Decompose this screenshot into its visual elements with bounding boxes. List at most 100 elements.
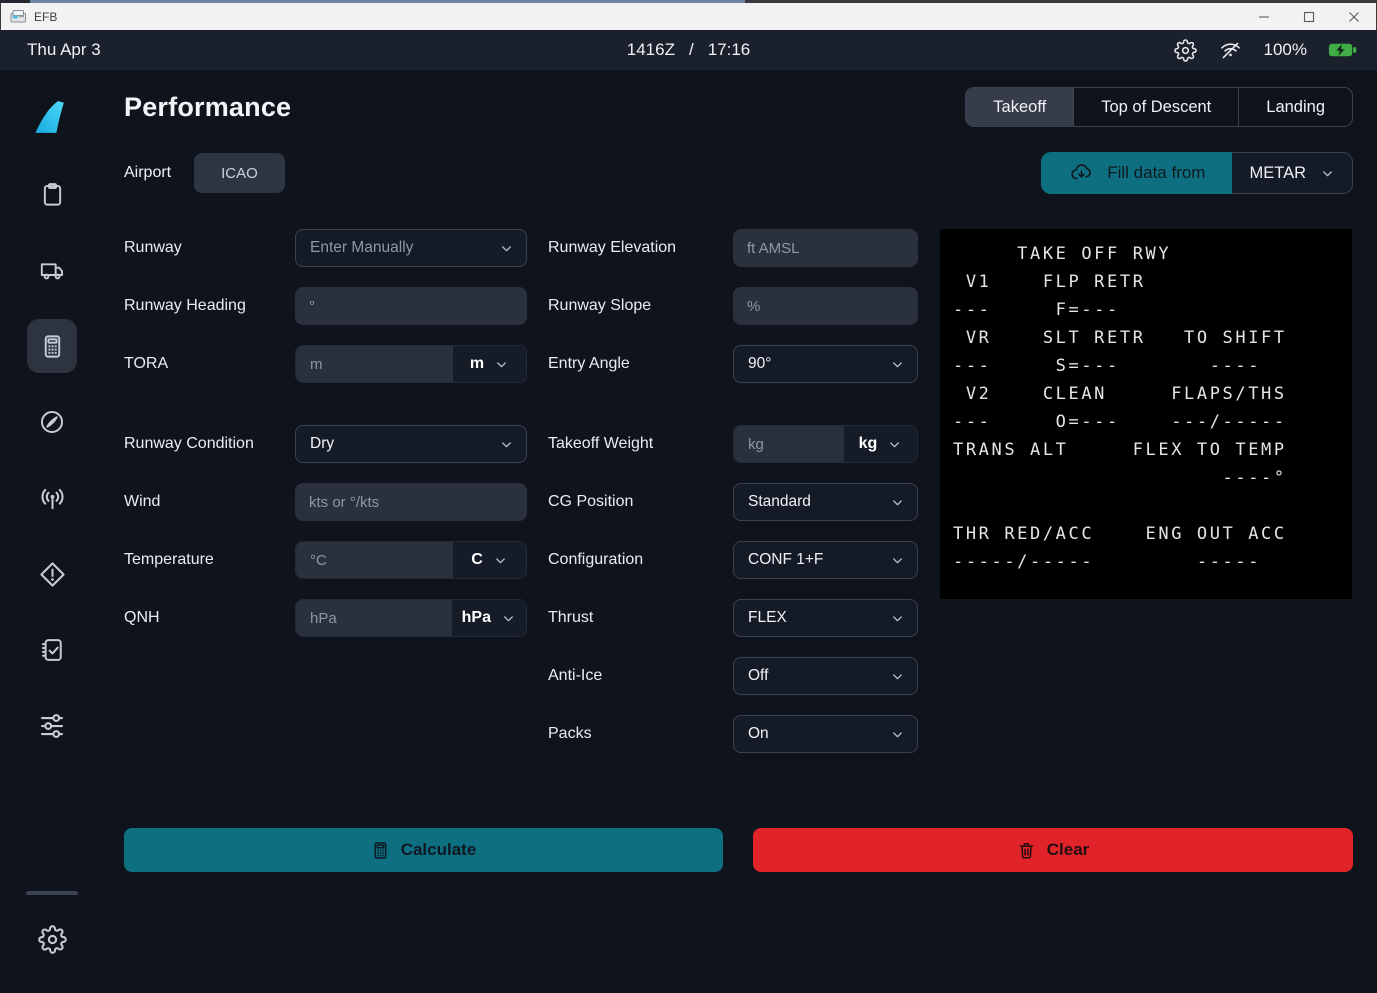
runway-elevation-row: Runway Elevation — [548, 229, 918, 267]
takeoff-weight-unit-select[interactable]: kg — [844, 426, 917, 462]
wind-label: Wind — [124, 493, 295, 511]
settings-gear-icon[interactable] — [1174, 39, 1197, 62]
runway-condition-label: Runway Condition — [124, 435, 295, 453]
runway-elevation-input[interactable] — [733, 229, 918, 267]
entry-angle-select[interactable]: 90° — [733, 345, 918, 383]
tora-unit-select[interactable]: m — [453, 346, 526, 382]
temperature-input[interactable] — [296, 542, 453, 578]
tora-label: TORA — [124, 355, 295, 373]
app-icon — [10, 9, 27, 24]
fill-data-label: Fill data from — [1107, 163, 1205, 183]
clipboard-icon — [39, 181, 66, 208]
cg-position-value: Standard — [748, 493, 811, 511]
minimize-button[interactable] — [1241, 3, 1286, 30]
clear-button[interactable]: Clear — [753, 828, 1353, 872]
runway-condition-select[interactable]: Dry — [295, 425, 527, 463]
fill-source-select[interactable]: METAR — [1232, 152, 1353, 194]
packs-row: PacksOn — [548, 715, 918, 753]
sidebar-item-performance-calculator[interactable] — [0, 308, 104, 384]
thrust-select[interactable]: FLEX — [733, 599, 918, 637]
mcdu-screen: TAKE OFF RWY V1 FLP RETR --- F=--- VR SL… — [940, 229, 1352, 576]
runway-condition-value: Dry — [310, 435, 334, 453]
main-content: Performance TakeoffTop of DescentLanding… — [104, 70, 1377, 993]
chevron-down-icon — [499, 437, 514, 452]
runway-heading-label: Runway Heading — [124, 297, 295, 315]
runway-row: RunwayEnter Manually — [124, 229, 527, 267]
temperature-unit-select[interactable]: C — [453, 542, 526, 578]
chevron-down-icon — [1320, 166, 1335, 181]
runway-label: Runway — [124, 239, 295, 257]
cg-position-label: CG Position — [548, 493, 733, 511]
status-time-separator: / — [689, 40, 694, 60]
configuration-label: Configuration — [548, 551, 733, 569]
sidebar-item-airline-logo[interactable] — [0, 80, 104, 156]
fill-source-value: METAR — [1249, 164, 1306, 183]
battery-charging-icon — [1328, 42, 1357, 58]
tora-input[interactable] — [296, 346, 453, 382]
sidebar-item-ground-services[interactable] — [0, 232, 104, 308]
airline-logo-icon — [31, 96, 73, 140]
form-column-right: Runway ElevationRunway SlopeEntry Angle9… — [548, 229, 918, 773]
thrust-row: ThrustFLEX — [548, 599, 918, 637]
qnh-unit-value: hPa — [462, 609, 491, 627]
chevron-down-icon — [887, 437, 902, 452]
chevron-down-icon — [890, 495, 905, 510]
cloud-download-icon — [1068, 161, 1095, 185]
airport-icao-button[interactable]: ICAO — [194, 153, 285, 193]
anti-ice-label: Anti-Ice — [548, 667, 733, 685]
chevron-down-icon — [890, 611, 905, 626]
clear-label: Clear — [1047, 840, 1090, 860]
close-button[interactable] — [1331, 3, 1376, 30]
calculate-label: Calculate — [401, 840, 477, 860]
checklist-notebook-icon — [38, 636, 66, 664]
calculate-button[interactable]: Calculate — [124, 828, 723, 872]
temperature-row: Temperature C — [124, 541, 527, 579]
anti-ice-value: Off — [748, 667, 768, 685]
runway-slope-label: Runway Slope — [548, 297, 733, 315]
qnh-row: QNHhPa — [124, 599, 527, 637]
sidebar-item-hazards[interactable] — [0, 536, 104, 612]
wind-input[interactable] — [295, 483, 527, 521]
calculator-icon — [371, 841, 390, 860]
radio-transmitter-icon — [38, 484, 67, 513]
sidebar-item-filters[interactable] — [0, 688, 104, 764]
status-clock: 1416Z / 17:16 — [627, 40, 750, 60]
sidebar-item-radio[interactable] — [0, 460, 104, 536]
chevron-down-icon — [501, 611, 516, 626]
efb-window: EFB Thu Apr 3 1416Z / 17:16 100% — [0, 0, 1377, 993]
fill-data-button[interactable]: Fill data from — [1041, 152, 1232, 194]
temperature-label: Temperature — [124, 551, 295, 569]
phase-tabs: TakeoffTop of DescentLanding — [965, 87, 1353, 127]
tab-landing[interactable]: Landing — [1238, 88, 1352, 126]
tab-top-of-descent[interactable]: Top of Descent — [1073, 88, 1238, 126]
wind-row: Wind — [124, 483, 527, 521]
packs-select[interactable]: On — [733, 715, 918, 753]
sidebar-item-flight-plan[interactable] — [0, 156, 104, 232]
takeoff-weight-input[interactable] — [734, 426, 844, 462]
temperature-unit-value: C — [471, 551, 483, 569]
takeoff-weight-row: Takeoff Weightkg — [548, 425, 918, 463]
settings-gear-icon — [38, 925, 67, 954]
sidebar-item-navigation[interactable] — [0, 384, 104, 460]
cg-position-select[interactable]: Standard — [733, 483, 918, 521]
qnh-input[interactable] — [296, 600, 452, 636]
selected-item-highlight — [27, 319, 77, 373]
qnh-unit-select[interactable]: hPa — [452, 600, 526, 636]
sidebar-item-checklists[interactable] — [0, 612, 104, 688]
configuration-select[interactable]: CONF 1+F — [733, 541, 918, 579]
runway-select[interactable]: Enter Manually — [295, 229, 527, 267]
runway-slope-input[interactable] — [733, 287, 918, 325]
thrust-label: Thrust — [548, 609, 733, 627]
tab-takeoff[interactable]: Takeoff — [966, 88, 1073, 126]
takeoff-weight-unit-value: kg — [859, 435, 878, 453]
runway-heading-row: Runway Heading — [124, 287, 527, 325]
tora-unit-value: m — [470, 355, 484, 373]
sidebar-item-settings[interactable] — [0, 909, 104, 969]
runway-slope-row: Runway Slope — [548, 287, 918, 325]
sidebar — [0, 70, 104, 993]
anti-ice-select[interactable]: Off — [733, 657, 918, 695]
chevron-down-icon — [890, 727, 905, 742]
runway-heading-input[interactable] — [295, 287, 527, 325]
window-controls — [1241, 3, 1376, 30]
maximize-button[interactable] — [1286, 3, 1331, 30]
